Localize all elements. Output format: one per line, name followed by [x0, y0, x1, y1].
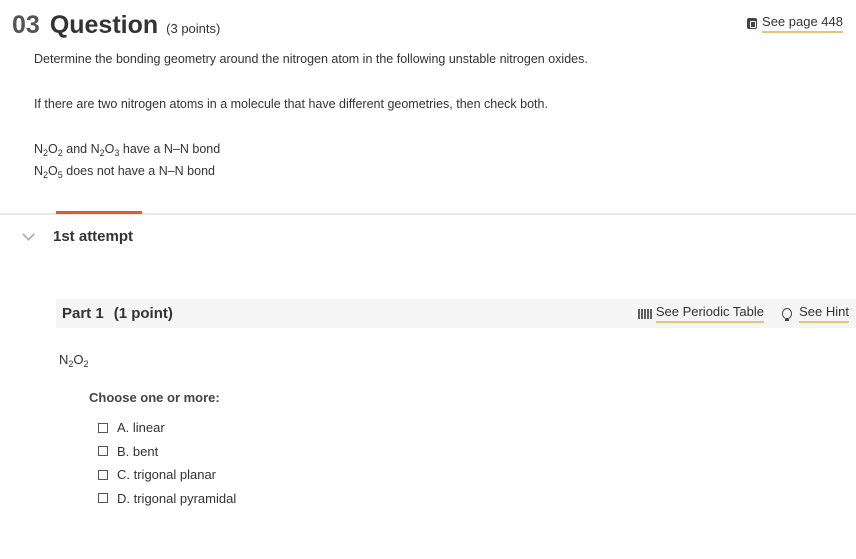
question-title: Question [49, 11, 159, 39]
part-header: Part 1 (1 point) See Periodic Table See H… [56, 299, 856, 328]
checkbox[interactable] [98, 493, 108, 504]
attempt-label: 1st attempt [53, 228, 134, 245]
periodic-table-icon [637, 308, 652, 319]
checkbox[interactable] [98, 422, 108, 433]
question-header: 03 Question (3 points) [12, 11, 220, 40]
hint-link[interactable]: See Hint [782, 304, 849, 323]
choice-prompt: Choose one or more: [89, 390, 220, 405]
see-page-label[interactable]: See page 448 [762, 14, 843, 33]
hint-label[interactable]: See Hint [799, 304, 849, 323]
lightbulb-icon [782, 308, 793, 321]
periodic-table-label[interactable]: See Periodic Table [655, 304, 764, 323]
question-text: Determine the bonding geometry around th… [34, 52, 588, 66]
question-number: 03 [12, 11, 40, 39]
option-label: A. linear [117, 420, 165, 436]
part-formula: N2O2 [59, 352, 89, 369]
question-points: (3 points) [166, 21, 221, 36]
chevron-down-icon[interactable] [22, 228, 35, 241]
note-n-n-bond: N2O2 and N2O3 have a N–N bond [34, 142, 221, 158]
option-linear[interactable]: A. linear [98, 416, 236, 440]
attempt-tab-indicator [56, 211, 142, 214]
option-label: C. trigonal planar [117, 467, 216, 483]
option-bent[interactable]: B. bent [98, 440, 236, 464]
checkbox[interactable] [98, 469, 108, 480]
option-label: D. trigonal pyramidal [117, 490, 237, 506]
book-icon [747, 18, 758, 29]
question-instruction: If there are two nitrogen atoms in a mol… [34, 97, 548, 111]
option-label: B. bent [117, 443, 159, 459]
option-trigonal-pyramidal[interactable]: D. trigonal pyramidal [98, 487, 236, 511]
see-page-link[interactable]: See page 448 [747, 14, 843, 33]
part-title: Part 1 (1 point) [62, 305, 173, 322]
option-trigonal-planar[interactable]: C. trigonal planar [98, 463, 236, 487]
attempt-toggle[interactable]: 1st attempt [22, 228, 134, 245]
answer-options: A. linear B. bent C. trigonal planar D. … [98, 416, 236, 510]
note-no-n-n-bond: N2O5 does not have a N–N bond [34, 164, 215, 180]
periodic-table-link[interactable]: See Periodic Table [637, 304, 764, 323]
checkbox[interactable] [98, 446, 108, 457]
